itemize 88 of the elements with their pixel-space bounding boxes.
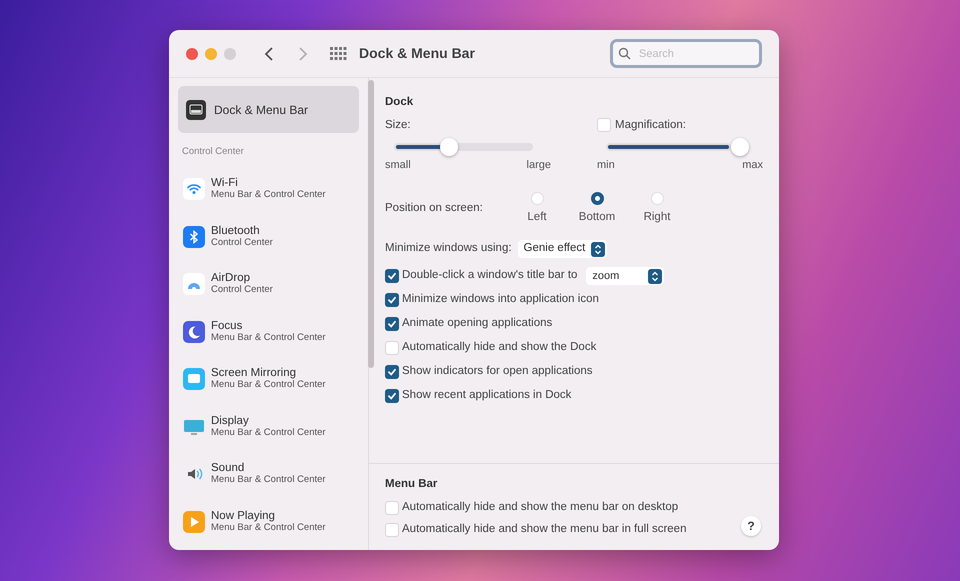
checkmark-icon — [387, 271, 397, 281]
item-subtitle: Control Center — [211, 236, 273, 248]
screen-mirroring-icon — [183, 368, 205, 390]
sidebar-item[interactable]: Display Menu Bar & Control Center — [178, 402, 359, 450]
window-title: Dock & Menu Bar — [359, 44, 475, 63]
checkmark-icon — [387, 295, 397, 305]
size-label: Size: — [385, 118, 412, 134]
moon-icon — [183, 320, 205, 342]
sidebar-item[interactable]: Screen Mirroring Menu Bar & Control Center — [178, 355, 359, 403]
sidebar-item[interactable]: Dock & Menu Bar — [178, 86, 359, 133]
zoom-button[interactable] — [224, 48, 236, 60]
stepper-icon — [648, 268, 662, 284]
radio-button[interactable] — [530, 192, 544, 205]
minimize-label: Minimize windows using: — [385, 241, 512, 256]
slider-min-label: min — [597, 158, 615, 174]
option-label: Minimize windows into application icon — [402, 292, 599, 308]
radio-label: Right — [644, 210, 670, 225]
sidebar-item[interactable]: Sound Menu Bar & Control Center — [178, 450, 359, 498]
option-label: Show recent applications in Dock — [402, 388, 572, 404]
option-label: Automatically hide and show the Dock — [402, 340, 596, 356]
play-icon — [183, 510, 205, 532]
sidebar-item[interactable]: Wi-Fi Menu Bar & Control Center — [178, 165, 359, 213]
checkmark-icon — [387, 391, 397, 401]
scrollbar-thumb[interactable] — [368, 80, 374, 368]
slider-max-label: large — [526, 158, 551, 174]
bluetooth-icon — [183, 226, 205, 248]
forward-icon[interactable] — [298, 46, 308, 62]
item-subtitle: Menu Bar & Control Center — [211, 474, 326, 486]
sidebar-item[interactable]: Focus Menu Bar & Control Center — [178, 308, 359, 356]
back-icon[interactable] — [264, 46, 274, 62]
radio-label: Left — [527, 210, 547, 225]
checkbox[interactable] — [385, 293, 399, 307]
option-label: Show indicators for open applications — [402, 364, 593, 380]
checkmark-icon — [387, 367, 397, 377]
sidebar-item[interactable]: Bluetooth Control Center — [178, 212, 359, 260]
item-label: AirDrop — [211, 272, 251, 284]
option-label: Double-click a window's title bar to — [402, 268, 578, 284]
item-label: Bluetooth — [211, 224, 261, 236]
item-label: Sound — [211, 462, 246, 474]
slider-thumb[interactable] — [440, 138, 458, 156]
grid-icon[interactable] — [330, 46, 347, 60]
wifi-icon — [183, 178, 205, 200]
sidebar-item[interactable]: Now Playing Menu Bar & Control Center — [178, 498, 359, 546]
item-subtitle: Control Center — [211, 284, 273, 296]
item-label: Focus — [211, 320, 244, 332]
section-heading: Control Center — [181, 145, 245, 159]
checkbox[interactable] — [385, 389, 399, 403]
checkbox[interactable] — [385, 365, 399, 379]
minimize-button[interactable] — [205, 48, 217, 60]
item-label: Now Playing — [211, 510, 276, 522]
dock-icon — [186, 100, 206, 120]
position-label: Position on screen: — [385, 201, 484, 216]
slider-max-label: max — [742, 158, 763, 174]
section-title: Menu Bar — [385, 476, 438, 492]
option-label: Animate opening applications — [402, 316, 552, 332]
item-subtitle: Menu Bar & Control Center — [211, 522, 326, 534]
airdrop-icon — [183, 273, 205, 295]
checkbox[interactable] — [385, 522, 399, 536]
stepper-icon — [591, 242, 606, 256]
checkbox[interactable] — [385, 500, 399, 514]
slider-min-label: small — [385, 158, 411, 174]
option-label: Automatically hide and show the menu bar in full screen — [402, 522, 686, 537]
help-button[interactable]: ? — [741, 516, 761, 536]
item-subtitle: Menu Bar & Control Center — [211, 189, 326, 201]
action-dropdown[interactable]: zoom — [586, 267, 664, 285]
option-label: Automatically hide and show the menu bar on desktop — [402, 500, 678, 515]
radio-button[interactable] — [650, 192, 664, 205]
effect-dropdown[interactable]: Genie effect — [518, 240, 608, 258]
checkbox[interactable] — [385, 341, 399, 355]
search-field[interactable]: Search — [610, 39, 762, 68]
close-button[interactable] — [186, 48, 198, 60]
radio-button[interactable] — [590, 192, 604, 205]
item-subtitle: Menu Bar & Control Center — [211, 426, 326, 438]
radio-label: Bottom — [578, 210, 616, 225]
item-label: Wi-Fi — [211, 177, 239, 189]
sidebar-item[interactable]: AirDrop Control Center — [178, 260, 359, 308]
magnification-label: Magnification: — [615, 118, 686, 133]
checkbox[interactable] — [385, 269, 399, 283]
checkmark-icon — [387, 319, 397, 329]
checkbox[interactable] — [597, 118, 611, 132]
section-title: Dock — [385, 95, 414, 110]
item-label: Screen Mirroring — [211, 367, 297, 379]
search-icon — [618, 47, 631, 60]
slider-thumb[interactable] — [731, 138, 749, 156]
item-subtitle: Menu Bar & Control Center — [211, 332, 326, 344]
item-subtitle: Menu Bar & Control Center — [211, 379, 326, 391]
item-label: Display — [211, 414, 250, 426]
checkbox[interactable] — [385, 317, 399, 331]
